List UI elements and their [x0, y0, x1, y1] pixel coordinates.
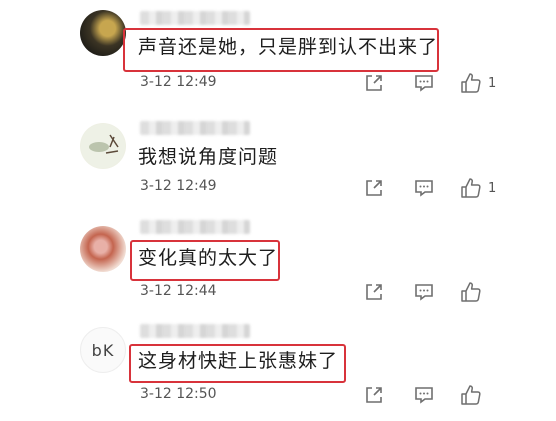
comment-time: 3-12 12:50 [140, 386, 217, 402]
comment-item: bK 这身材快赶上张惠妹了 3-12 12:50 [0, 310, 556, 421]
avatar[interactable] [80, 123, 126, 169]
share-icon[interactable] [364, 383, 384, 407]
reply-icon[interactable] [414, 176, 434, 200]
comment-text: 声音还是她，只是胖到认不出来了 [138, 36, 439, 58]
comment-actions: 1 [364, 176, 504, 200]
like-count: 1 [488, 75, 497, 91]
reply-icon[interactable] [414, 383, 434, 407]
comment-actions [364, 280, 504, 304]
thumbs-up-icon [460, 72, 482, 94]
like-button[interactable]: 1 [460, 176, 496, 200]
avatar-text: bK [91, 340, 115, 360]
like-button[interactable] [460, 383, 488, 407]
username[interactable] [140, 121, 250, 135]
share-icon[interactable] [364, 71, 384, 95]
comment-text: 变化真的太大了 [138, 247, 279, 269]
share-icon[interactable] [364, 176, 384, 200]
reply-icon[interactable] [414, 71, 434, 95]
comment-time: 3-12 12:44 [140, 283, 217, 299]
comment-actions [364, 383, 504, 407]
comment-item: 变化真的太大了 3-12 12:44 [0, 210, 556, 310]
thumbs-up-icon [460, 281, 482, 303]
username[interactable] [140, 11, 250, 25]
comment-item: 我想说角度问题 3-12 12:49 1 [0, 105, 556, 210]
comment-item: 声音还是她，只是胖到认不出来了 3-12 12:49 1 [0, 0, 556, 105]
like-count: 1 [488, 180, 497, 196]
thumbs-up-icon [460, 384, 482, 406]
like-button[interactable]: 1 [460, 71, 496, 95]
username[interactable] [140, 324, 250, 338]
avatar[interactable]: bK [80, 327, 126, 373]
avatar[interactable] [80, 226, 126, 272]
username[interactable] [140, 220, 250, 234]
avatar[interactable] [80, 10, 126, 56]
comment-text: 这身材快赶上张惠妹了 [138, 350, 339, 372]
comment-time: 3-12 12:49 [140, 74, 217, 90]
comment-text: 我想说角度问题 [138, 146, 279, 168]
comment-actions: 1 [364, 71, 504, 95]
reply-icon[interactable] [414, 280, 434, 304]
like-button[interactable] [460, 280, 488, 304]
thumbs-up-icon [460, 177, 482, 199]
share-icon[interactable] [364, 280, 384, 304]
comment-time: 3-12 12:49 [140, 178, 217, 194]
